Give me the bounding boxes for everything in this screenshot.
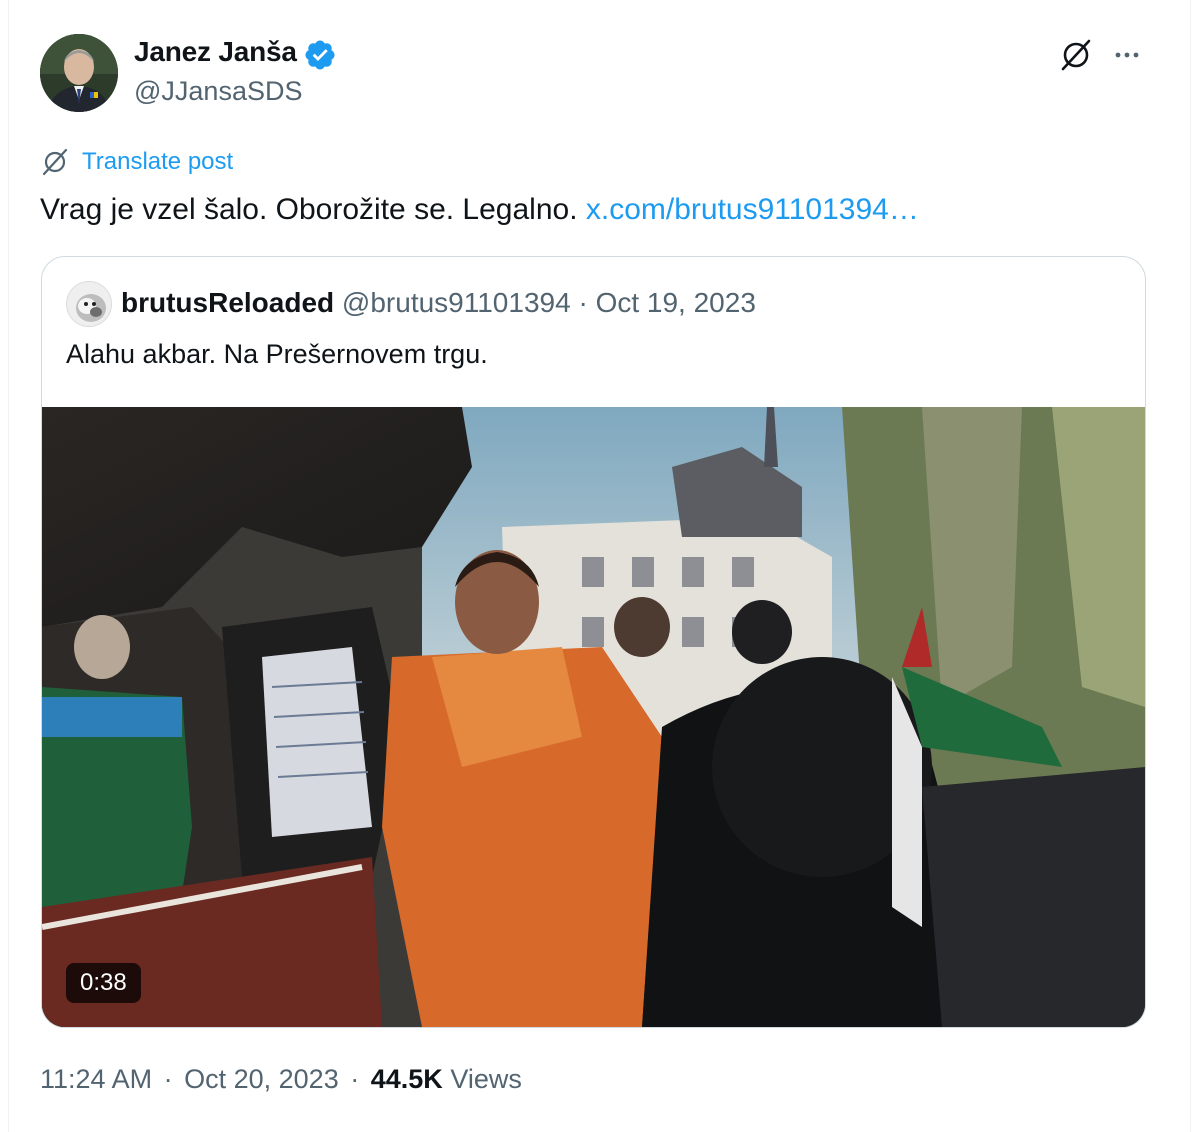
tweet-link[interactable]: x.com/brutus91101394… — [586, 193, 919, 226]
post-date[interactable]: Oct 20, 2023 — [184, 1064, 339, 1094]
views-count[interactable]: 44.5K — [371, 1064, 443, 1094]
author-name[interactable]: Janez Janša — [134, 36, 297, 68]
more-options-icon[interactable] — [1110, 38, 1144, 72]
video-duration-badge: 0:38 — [66, 963, 141, 1003]
frame-edge-right — [1190, 0, 1191, 1132]
author-handle[interactable]: @JJansaSDS — [134, 76, 302, 107]
translate-icon — [40, 147, 70, 177]
post-meta: 11:24 AM · Oct 20, 2023 · 44.5K Views — [40, 1064, 522, 1095]
meta-separator-1: · — [163, 1064, 173, 1094]
translate-post-button[interactable]: Translate post — [40, 146, 233, 178]
post-time[interactable]: 11:24 AM — [40, 1064, 152, 1094]
quote-author-name[interactable]: brutusReloaded — [121, 287, 334, 318]
author-avatar[interactable] — [40, 34, 118, 112]
video-player[interactable]: 0:38 — [42, 407, 1145, 1027]
quote-avatar-image — [67, 282, 111, 326]
quote-header: brutusReloaded @brutus91101394 · Oct 19,… — [121, 287, 756, 319]
views-label: Views — [450, 1064, 522, 1094]
tweet-text: Vrag je vzel šalo. Oborožite se. Legalno… — [40, 190, 919, 230]
verified-badge-icon — [303, 38, 337, 72]
quote-author-handle[interactable]: @brutus91101394 — [342, 287, 571, 318]
translate-post-label: Translate post — [82, 148, 234, 175]
frame-edge-left — [8, 0, 9, 1132]
author-avatar-image — [40, 34, 118, 112]
video-thumbnail-image — [42, 407, 1145, 1027]
quoted-tweet-card[interactable]: brutusReloaded @brutus91101394 · Oct 19,… — [41, 256, 1146, 1028]
meta-separator-2: · — [350, 1064, 360, 1094]
grok-icon[interactable] — [1058, 37, 1094, 73]
quote-author-avatar[interactable] — [66, 281, 112, 327]
quote-separator: · — [578, 287, 588, 318]
quote-text: Alahu akbar. Na Prešernovem trgu. — [66, 339, 488, 369]
quote-date[interactable]: Oct 19, 2023 — [596, 287, 756, 318]
tweet-body-text: Vrag je vzel šalo. Oborožite se. Legalno… — [40, 193, 578, 226]
